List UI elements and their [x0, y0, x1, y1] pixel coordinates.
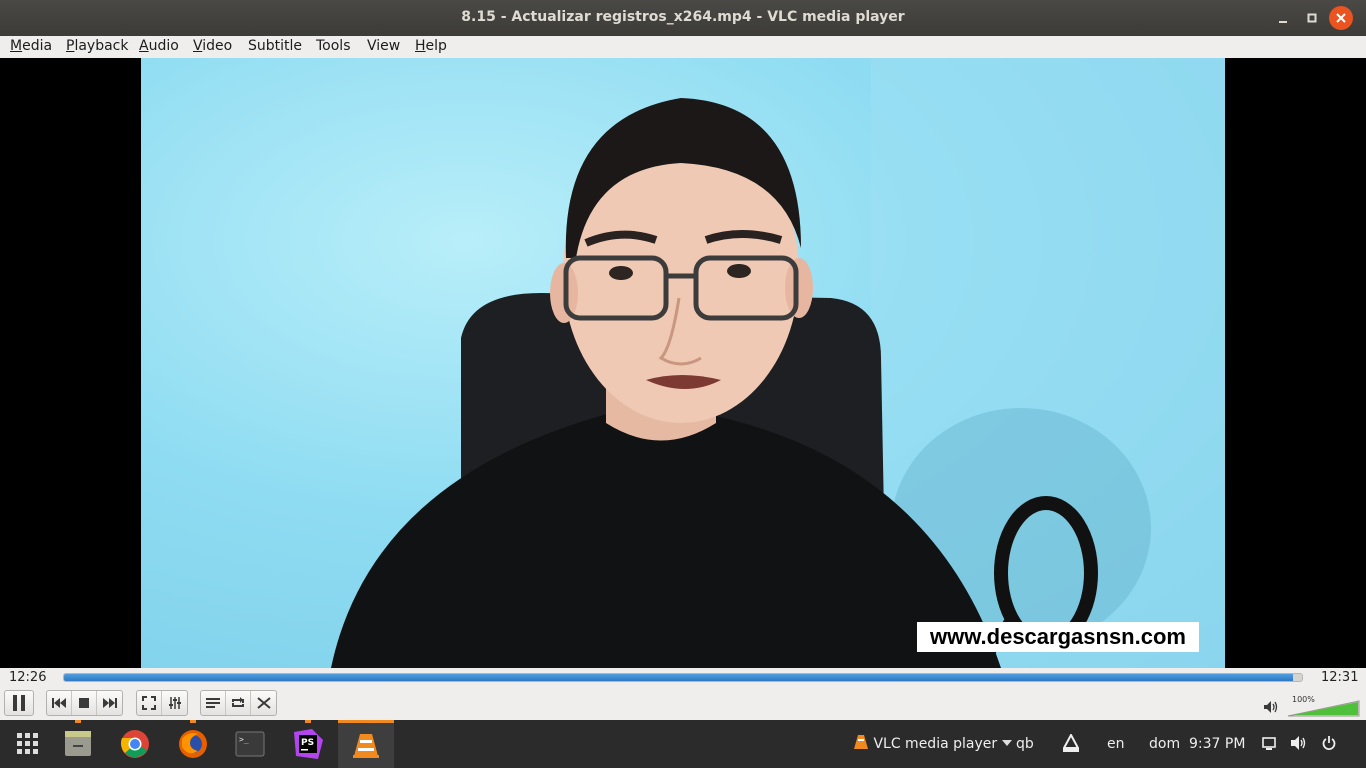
active-window-label: VLC media player	[873, 736, 998, 752]
maximize-icon	[1307, 13, 1317, 23]
video-area[interactable]: www.descargasnsn.com	[0, 58, 1366, 668]
menu-tools[interactable]: Tools	[316, 38, 351, 54]
menu-view[interactable]: View	[367, 38, 400, 54]
taskbar-terminal[interactable]: >_	[222, 720, 278, 768]
show-apps-button[interactable]	[0, 720, 56, 768]
pause-button[interactable]	[4, 690, 34, 716]
next-icon	[102, 698, 117, 708]
menu-help-mnemonic: H	[415, 38, 426, 54]
taskbar: >_ PS VLC media player qb en dom 9:37 PM	[0, 720, 1366, 768]
network-indicator[interactable]	[1062, 732, 1080, 756]
video-picture	[331, 58, 1225, 668]
firefox-icon	[179, 730, 207, 758]
video-frame[interactable]: www.descargasnsn.com	[141, 58, 1225, 668]
minimize-button[interactable]	[1271, 6, 1295, 30]
power-menu[interactable]	[1322, 736, 1336, 754]
window-title: 8.15 - Actualizar registros_x264.mp4 - V…	[461, 9, 905, 25]
qbittorrent-indicator[interactable]: qb	[1016, 736, 1034, 752]
display-icon	[1262, 737, 1276, 750]
loop-button[interactable]	[226, 691, 251, 715]
maximize-button[interactable]	[1300, 6, 1324, 30]
menu-tools-label: Tools	[316, 38, 351, 54]
transport-group	[46, 690, 123, 716]
clock[interactable]: dom 9:37 PM	[1149, 736, 1245, 752]
menu-audio[interactable]: Audio	[139, 38, 179, 54]
power-icon	[1322, 736, 1336, 750]
time-elapsed[interactable]: 12:26	[9, 670, 46, 685]
running-indicator	[190, 720, 196, 723]
view-group	[136, 690, 188, 716]
menu-help-label: elp	[425, 38, 447, 54]
network-icon	[1062, 732, 1080, 752]
app-grid-icon	[17, 733, 38, 754]
video-watermark: www.descargasnsn.com	[917, 622, 1199, 652]
menu-help[interactable]: Help	[415, 38, 447, 54]
volume-indicator[interactable]	[1291, 736, 1307, 754]
menu-video-label: ideo	[202, 38, 233, 54]
extended-settings-button[interactable]	[162, 691, 187, 715]
menu-subtitle-label: Subtitle	[248, 38, 303, 54]
close-icon	[1336, 13, 1346, 23]
taskbar-vlc[interactable]	[338, 720, 394, 768]
menu-playback-label: layback	[74, 38, 129, 54]
menu-view-label: View	[367, 38, 401, 54]
phpstorm-icon: PS	[294, 729, 323, 759]
files-icon	[65, 731, 91, 756]
player-controls: 12:26 12:31 100%	[0, 668, 1366, 720]
terminal-icon: >_	[235, 731, 265, 757]
menu-bar: Media Playback Audio Video Subtitle Tool…	[0, 36, 1366, 58]
shuffle-button[interactable]	[251, 691, 276, 715]
previous-icon	[52, 698, 66, 708]
pause-icon	[13, 695, 25, 711]
screen-indicator[interactable]	[1262, 737, 1276, 754]
taskbar-firefox[interactable]	[165, 720, 221, 768]
shuffle-icon	[256, 697, 271, 709]
keyboard-layout-indicator[interactable]: en	[1107, 736, 1125, 752]
menu-video[interactable]: Video	[193, 38, 232, 54]
svg-text:PS: PS	[301, 738, 314, 748]
menu-video-mnemonic: V	[193, 38, 203, 54]
menu-media-mnemonic: M	[10, 38, 23, 54]
extended-settings-icon	[168, 697, 181, 709]
chrome-icon	[120, 730, 149, 758]
fullscreen-button[interactable]	[137, 691, 162, 715]
menu-media[interactable]: Media	[10, 38, 52, 54]
volume-slider[interactable]	[1287, 698, 1360, 717]
window-titlebar[interactable]: 8.15 - Actualizar registros_x264.mp4 - V…	[0, 0, 1366, 36]
minimize-icon	[1279, 21, 1287, 23]
clock-day: dom	[1149, 736, 1181, 752]
running-indicator	[305, 720, 311, 723]
stop-icon	[79, 698, 89, 708]
seek-progress	[64, 674, 1294, 681]
close-button[interactable]	[1329, 6, 1353, 30]
taskbar-chrome[interactable]	[107, 720, 163, 768]
playlist-button[interactable]	[201, 691, 226, 715]
vlc-icon	[353, 734, 379, 758]
menu-audio-mnemonic: A	[139, 38, 149, 54]
menu-audio-label: udio	[148, 38, 179, 54]
next-button[interactable]	[97, 691, 122, 715]
time-total[interactable]: 12:31	[1321, 670, 1358, 685]
svg-text:>_: >_	[239, 735, 249, 744]
menu-playback[interactable]: Playback	[66, 38, 128, 54]
running-indicator	[338, 720, 394, 723]
loop-icon	[232, 697, 244, 707]
clock-time: 9:37 PM	[1189, 736, 1246, 752]
active-window-menu[interactable]: VLC media player	[853, 734, 1012, 752]
previous-button[interactable]	[47, 691, 72, 715]
menu-subtitle[interactable]: Subtitle	[248, 38, 302, 54]
vlc-icon	[854, 735, 868, 749]
taskbar-files[interactable]	[50, 720, 106, 768]
playlist-group	[200, 690, 277, 716]
volume-icon[interactable]	[1264, 701, 1278, 713]
stop-button[interactable]	[72, 691, 97, 715]
seek-slider[interactable]	[63, 673, 1303, 682]
menu-media-label: edia	[22, 38, 53, 54]
fullscreen-icon	[142, 696, 156, 710]
running-indicator	[75, 720, 81, 723]
playlist-icon	[206, 698, 220, 708]
chevron-down-icon	[1001, 740, 1012, 746]
speaker-icon	[1291, 736, 1306, 750]
taskbar-phpstorm[interactable]: PS	[280, 720, 336, 768]
